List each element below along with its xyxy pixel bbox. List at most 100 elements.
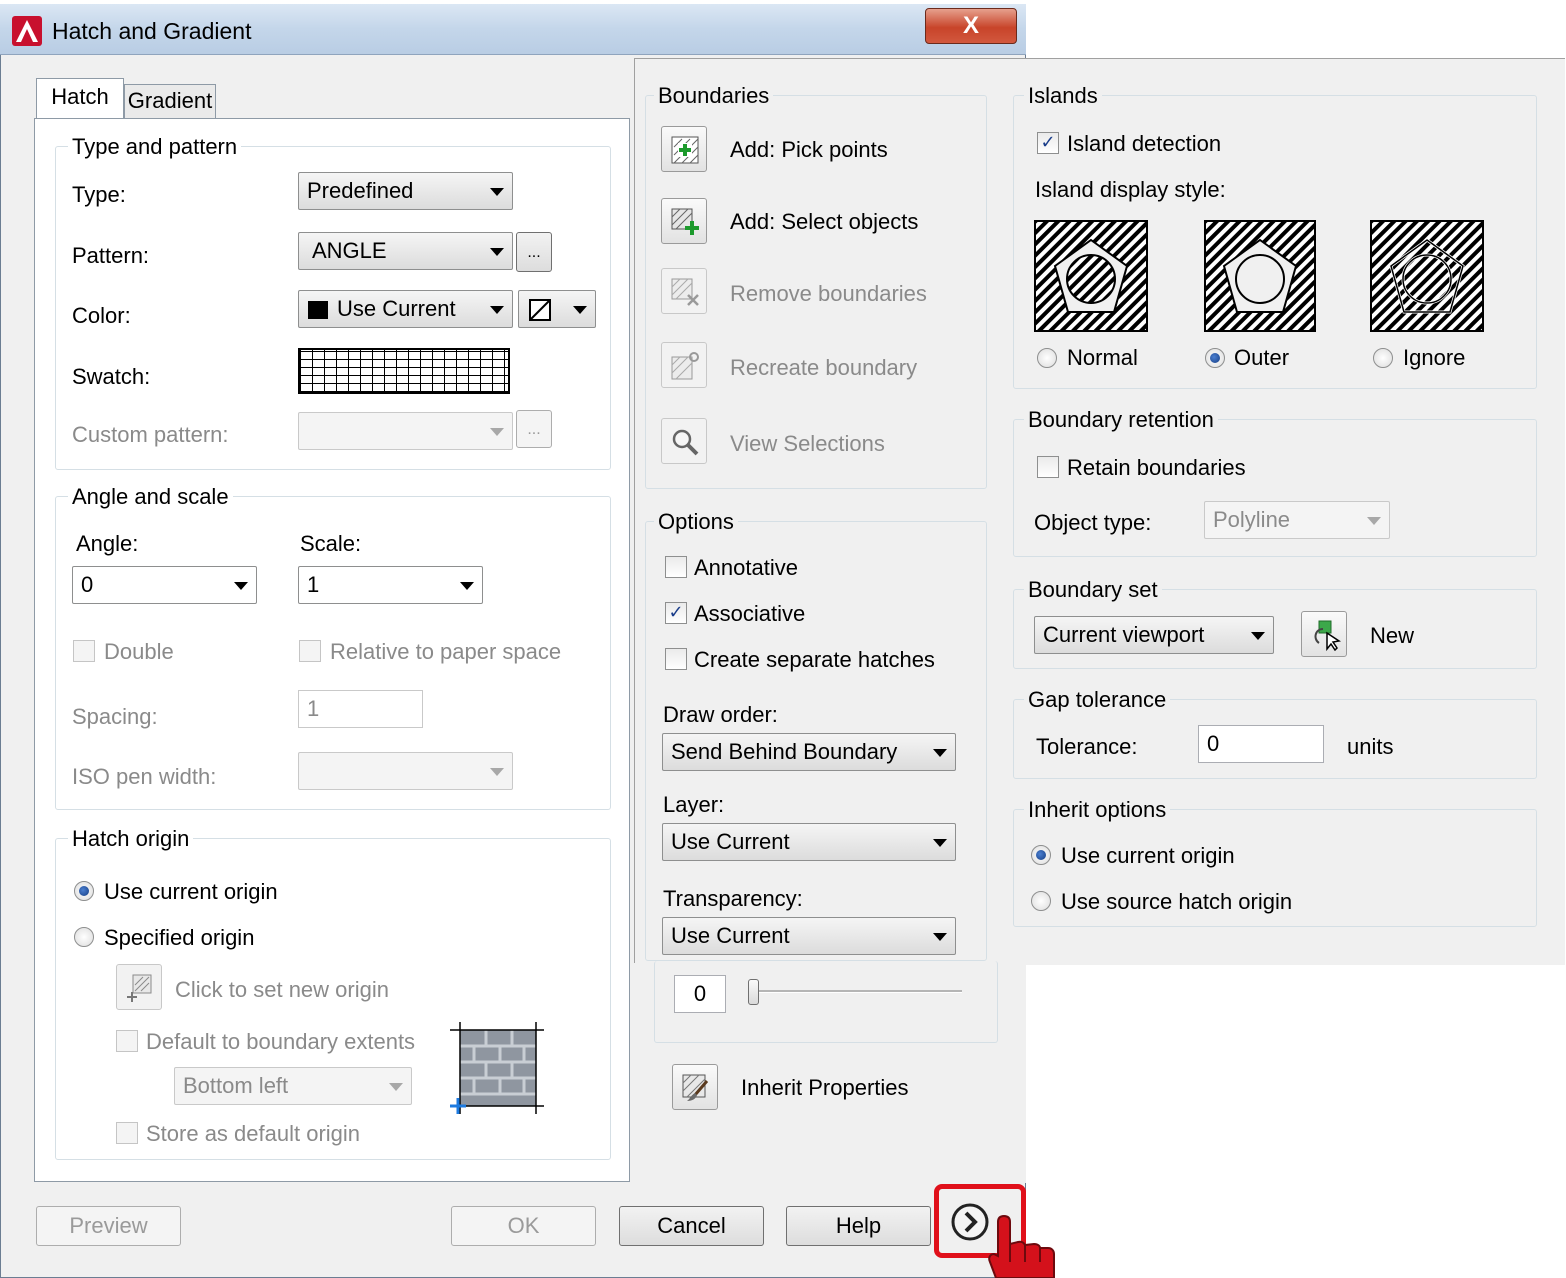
chevron-down-icon: [490, 768, 504, 776]
pattern-dropdown[interactable]: ANGLE: [298, 232, 513, 270]
chevron-down-icon: [490, 306, 504, 314]
tolerance-input[interactable]: 0: [1198, 725, 1324, 763]
tolerance-label: Tolerance:: [1036, 734, 1138, 759]
pattern-swatch[interactable]: [298, 348, 510, 394]
close-button[interactable]: X: [925, 8, 1017, 44]
double-checkbox[interactable]: [73, 640, 95, 662]
default-boundary-extents-checkbox[interactable]: [116, 1030, 138, 1052]
specified-origin-label: Specified origin: [104, 925, 255, 950]
island-ignore-icon[interactable]: [1370, 220, 1484, 332]
window-title: Hatch and Gradient: [52, 18, 252, 44]
color-dropdown[interactable]: Use Current: [298, 290, 513, 328]
set-origin-button[interactable]: [116, 964, 162, 1010]
use-current-origin-label: Use current origin: [104, 879, 278, 904]
remove-boundaries-button[interactable]: [661, 268, 707, 314]
boundary-position-dropdown[interactable]: Bottom left: [174, 1067, 412, 1105]
layer-dropdown[interactable]: Use Current: [662, 823, 956, 861]
associative-checkbox[interactable]: ✓: [665, 602, 687, 624]
color-label: Color:: [72, 303, 131, 328]
chevron-down-icon: [933, 749, 947, 757]
transparency-slider-track[interactable]: [750, 990, 962, 993]
type-dropdown[interactable]: Predefined: [298, 172, 513, 210]
scale-value: 1: [307, 572, 320, 597]
transparency-input[interactable]: 0: [674, 975, 726, 1013]
retain-boundaries-label: Retain boundaries: [1067, 455, 1246, 480]
add-pick-points-button[interactable]: [661, 126, 707, 172]
new-boundary-set-button[interactable]: [1301, 611, 1347, 657]
layer-value: Use Current: [671, 829, 790, 854]
chevron-down-icon: [490, 188, 504, 196]
magnifier-icon: [672, 429, 699, 456]
title-bar[interactable]: Hatch and Gradient: [0, 4, 1026, 55]
island-detection-checkbox[interactable]: ✓: [1037, 132, 1059, 154]
object-type-value: Polyline: [1213, 507, 1291, 532]
island-normal-icon[interactable]: [1034, 220, 1148, 332]
iso-pen-width-dropdown[interactable]: [298, 752, 513, 790]
angle-value: 0: [81, 572, 94, 597]
draw-order-dropdown[interactable]: Send Behind Boundary: [662, 733, 956, 771]
boundary-position-value: Bottom left: [183, 1073, 289, 1098]
pattern-value: ANGLE: [312, 238, 387, 263]
chevron-down-icon: [389, 1083, 403, 1091]
chevron-down-icon: [490, 248, 504, 256]
pattern-label: Pattern:: [72, 243, 150, 268]
relative-paper-space-checkbox[interactable]: [299, 640, 321, 662]
group-label: Boundary retention: [1024, 407, 1218, 433]
group-label: Boundaries: [654, 83, 774, 109]
type-label: Type:: [72, 182, 126, 207]
store-default-origin-checkbox[interactable]: [116, 1122, 138, 1144]
draw-order-value: Send Behind Boundary: [671, 739, 898, 764]
angle-dropdown[interactable]: 0: [72, 566, 257, 604]
autocad-logo-icon: [12, 16, 42, 46]
chevron-down-icon: [460, 582, 474, 590]
iso-pen-width-label: ISO pen width:: [72, 764, 217, 789]
island-outer-icon[interactable]: [1204, 220, 1316, 332]
boundary-set-dropdown[interactable]: Current viewport: [1034, 616, 1274, 654]
recreate-boundary-icon: [671, 352, 699, 380]
group-label: Boundary set: [1024, 577, 1162, 603]
spacing-input[interactable]: 1: [298, 690, 423, 728]
separate-hatches-checkbox[interactable]: [665, 648, 687, 670]
inherit-source-origin-radio[interactable]: [1031, 891, 1051, 911]
object-type-dropdown[interactable]: Polyline: [1204, 501, 1390, 539]
color-swatch-icon: [308, 301, 328, 319]
transparency-dropdown[interactable]: Use Current: [662, 917, 956, 955]
island-outer-radio[interactable]: [1205, 348, 1225, 368]
units-label: units: [1347, 734, 1394, 759]
add-select-objects-button[interactable]: [661, 198, 707, 244]
remove-boundaries-label: Remove boundaries: [730, 281, 927, 306]
tab-gradient[interactable]: Gradient: [124, 84, 216, 118]
custom-pattern-dropdown[interactable]: [298, 412, 513, 450]
inherit-properties-button[interactable]: [672, 1064, 718, 1110]
island-ignore-radio[interactable]: [1373, 348, 1393, 368]
use-current-origin-radio[interactable]: [74, 881, 94, 901]
add-pick-points-label: Add: Pick points: [730, 137, 888, 162]
island-normal-radio[interactable]: [1037, 348, 1057, 368]
help-button[interactable]: Help: [786, 1206, 931, 1246]
color-value: Use Current: [337, 296, 456, 321]
annotative-label: Annotative: [694, 555, 798, 580]
cancel-button[interactable]: Cancel: [619, 1206, 764, 1246]
chevron-down-icon: [933, 839, 947, 847]
annotative-checkbox[interactable]: [665, 556, 687, 578]
inherit-current-origin-radio[interactable]: [1031, 845, 1051, 865]
remove-boundaries-icon: [671, 278, 699, 306]
island-display-style-label: Island display style:: [1035, 177, 1226, 202]
specified-origin-radio[interactable]: [74, 927, 94, 947]
chevron-down-icon: [933, 933, 947, 941]
background-color-dropdown[interactable]: [518, 290, 596, 328]
tab-hatch[interactable]: Hatch: [36, 78, 124, 120]
transparency-slider-thumb[interactable]: [748, 979, 759, 1005]
add-select-objects-icon: [671, 208, 699, 235]
inherit-source-origin-label: Use source hatch origin: [1061, 889, 1293, 914]
view-selections-button[interactable]: [661, 418, 707, 464]
preview-button[interactable]: Preview: [36, 1206, 181, 1246]
add-select-objects-label: Add: Select objects: [730, 209, 919, 234]
retain-boundaries-checkbox[interactable]: [1037, 456, 1059, 478]
scale-dropdown[interactable]: 1: [298, 566, 483, 604]
recreate-boundary-button[interactable]: [661, 342, 707, 388]
custom-browse-button[interactable]: ...: [516, 410, 552, 448]
ok-button[interactable]: OK: [451, 1206, 596, 1246]
pattern-browse-button[interactable]: ...: [516, 232, 552, 272]
swatch-label: Swatch:: [72, 364, 151, 389]
